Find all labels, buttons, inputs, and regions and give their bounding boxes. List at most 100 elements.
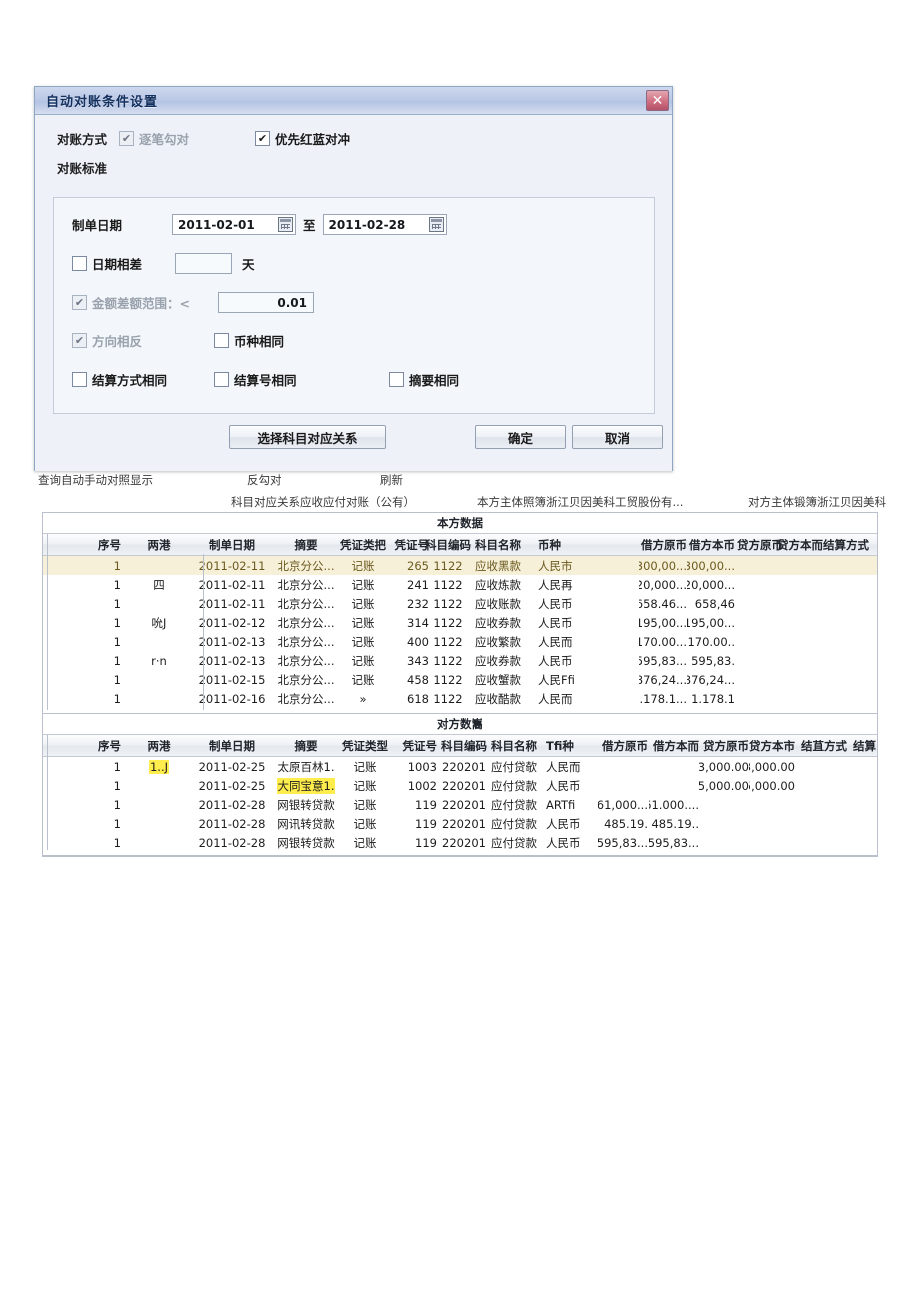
table-row[interactable]: 1 四 2011-02-11 北京分公... 记账 241 1122 应收炼款 人民再 20,00… — [43, 575, 877, 594]
cancel-button[interactable]: 取消 — [572, 425, 663, 449]
column-header[interactable]: 借方原币 — [598, 735, 648, 756]
checkbox-amount-difference-range[interactable]: ✔ 金额差额范围：< — [54, 293, 190, 312]
table-row[interactable]: 1 1..J 2011-02-25 太原百林1. 记账 1003 220201 应付贷欹 人民而… — [43, 757, 877, 776]
table-cell-dr_loc: 300,00... — [687, 558, 735, 573]
date-to-value: 2011-02-28 — [328, 217, 406, 232]
checkbox-currency-same[interactable]: 币种相同 — [214, 331, 284, 350]
column-header[interactable]: 结苴方式 — [801, 735, 847, 756]
column-header[interactable]: 凭证类型 — [341, 735, 389, 756]
table-row[interactable]: 1 2011-02-15 北京分公... 记账 458 1122 应收蟹款 人民Ffi 876,… — [43, 670, 877, 689]
column-header[interactable]: 贷方本市 — [749, 735, 795, 756]
column-header[interactable]: 摘要 — [275, 534, 337, 555]
column-header[interactable]: 摘要 — [275, 735, 337, 756]
reconcile-standard-label: 对账标准 — [57, 161, 108, 176]
column-header[interactable]: 结算 — [853, 735, 893, 756]
table-cell-date: 2011-02-28 — [198, 797, 266, 812]
toolbar-item-query-auto-manual-compare[interactable]: 查询自动手动对照显示 — [38, 472, 153, 488]
table-cell-dr_loc: 195,00... — [687, 615, 735, 630]
own-data-grid-header: 序号 两港 制单日期 摘要 凭证类把 凭证号 科目编码 科目名称 币种 借方原币 借方本币 贷方原币贷… — [43, 534, 877, 556]
table-cell-seq: 1 — [113, 691, 121, 706]
toolbar-item-refresh[interactable]: 刷新 — [380, 472, 403, 488]
select-subject-mapping-button[interactable]: 选择科目对应关系 — [229, 425, 386, 449]
table-row[interactable]: 1 吮J 2011-02-12 北京分公... 记账 314 1122 应收券款 人民币 195,… — [43, 613, 877, 632]
table-cell-cr_loc — [783, 651, 823, 670]
column-header[interactable]: 贷方原币 — [735, 534, 783, 555]
column-header[interactable]: 科目编码 — [439, 735, 489, 756]
table-cell-vtype: 记账 — [351, 596, 375, 611]
column-header[interactable]: Tfi种 — [546, 735, 596, 756]
column-header[interactable]: 贷方原币 — [699, 735, 749, 756]
checkbox-red-blue-offset-priority[interactable]: ✔ 优先红蓝对冲 — [255, 129, 350, 148]
checkbox-icon — [72, 372, 87, 387]
table-cell-vtype: » — [359, 691, 367, 706]
column-header[interactable]: 两港 — [129, 735, 189, 756]
table-cell-code: 1122 — [433, 577, 463, 592]
table-cell-date: 2011-02-25 — [198, 759, 266, 774]
column-header[interactable]: 借方原币 — [639, 534, 687, 555]
checkbox-date-difference[interactable]: 日期相差 — [54, 254, 154, 273]
date-difference-input[interactable] — [175, 253, 232, 274]
column-header[interactable]: 制单日期 — [197, 534, 267, 555]
table-cell-date: 2011-02-15 — [198, 672, 266, 687]
column-header[interactable]: 凭证号 — [393, 735, 438, 756]
date-to-input[interactable]: 2011-02-28 — [322, 214, 447, 235]
column-header[interactable]: 借方本币 — [687, 534, 735, 555]
table-cell-cr_loc — [783, 670, 823, 689]
checkbox-per-entry-match[interactable]: ✔ 逐笔勾对 — [119, 129, 189, 148]
table-row[interactable]: 1 2011-02-11 北京分公... 记账 232 1122 应收账款 人民币 658.46… — [43, 594, 877, 613]
table-row[interactable]: 1 2011-02-13 北京分公... 记账 400 1122 应收繁款 人民而 170.00… — [43, 632, 877, 651]
column-header[interactable]: 结算方式 — [823, 534, 875, 555]
calendar-icon[interactable] — [278, 217, 293, 232]
column-header[interactable]: 科目名称 — [491, 735, 541, 756]
table-cell-seq: 1 — [113, 558, 121, 573]
checkbox-abstract-same[interactable]: 摘要相同 — [389, 370, 459, 389]
table-row[interactable]: 1 2011-02-16 北京分公... » 618 1122 应收酷款 人民而 1.178.1… — [43, 689, 877, 708]
column-header[interactable]: 借方本而 — [649, 735, 699, 756]
checkbox-label: 金额差额范围：< — [92, 296, 190, 311]
table-cell-name: 应付贷款 — [491, 797, 537, 812]
table-cell-settle — [823, 575, 875, 594]
ok-button[interactable]: 确定 — [475, 425, 566, 449]
column-header[interactable]: 凭证号 — [385, 534, 430, 555]
checkbox-label: 结算号相同 — [234, 373, 297, 388]
checkbox-direction-opposite[interactable]: ✔ 方向相反 — [54, 331, 214, 350]
column-header[interactable]: 贷方本而 — [777, 534, 823, 555]
table-cell-code: 220201 — [442, 778, 486, 793]
table-cell-date: 2011-02-11 — [198, 596, 266, 611]
table-row[interactable]: 1 2011-02-28 网银转贷款 记账 119 220201 应付贷款 人民币 595,83… — [43, 833, 877, 852]
counterparty-data-grid-header: 序号 两港 制单日期 摘要 凭证类型 凭证号 科目编码 科目名称 Tfi种 借方原币 借方本而 贷方原… — [43, 735, 877, 757]
column-header[interactable]: 凭证类把 — [340, 534, 386, 555]
checkbox-label: 币种相同 — [234, 334, 285, 349]
table-cell-cr_orig — [735, 594, 783, 613]
column-header[interactable]: 两港 — [129, 534, 189, 555]
table-cell-code: 1122 — [433, 615, 463, 630]
column-header[interactable]: 科目名称 — [475, 534, 533, 555]
table-cell-vtype: 记账 — [353, 759, 377, 774]
table-row[interactable]: 1 2011-02-11 北京分公... 记账 265 1122 应收黑款 人民市 300,00… — [43, 556, 877, 575]
close-icon[interactable]: ✕ — [646, 90, 669, 111]
checkbox-label: 方向相反 — [92, 334, 143, 349]
table-row[interactable]: 1 r·n 2011-02-13 北京分公... 记账 343 1122 应收券款 人民币 595… — [43, 651, 877, 670]
table-cell-vno: 1003 — [407, 759, 437, 774]
column-header[interactable]: 序号 — [55, 534, 121, 555]
amount-difference-input[interactable]: 0.01 — [217, 292, 314, 313]
checkbox-icon — [214, 333, 229, 348]
table-cell-vtype: 记账 — [351, 653, 375, 668]
column-header[interactable]: 币种 — [538, 534, 608, 555]
table-row[interactable]: 1 2011-02-25 大同宝意1. 记账 1002 220201 应付贷款 人民币 5,00… — [43, 776, 877, 795]
table-cell-name: 应收账款 — [475, 596, 521, 611]
table-cell-date: 2011-02-25 — [198, 778, 266, 793]
table-cell-settle — [823, 670, 875, 689]
table-cell-dr_orig: 1.178.1... — [639, 691, 687, 706]
calendar-icon[interactable] — [428, 217, 444, 232]
column-header[interactable]: 科目编码 — [425, 534, 471, 555]
column-header[interactable]: 制单日期 — [197, 735, 267, 756]
date-from-input[interactable]: 2011-02-01 — [172, 214, 296, 235]
table-row[interactable]: 1 2011-02-28 网银转贷款 记账 119 220201 应付贷款 ARTfi 61,0… — [43, 795, 877, 814]
table-row[interactable]: 1 2011-02-28 网讯转贷款 记账 119 220201 应付贷款 人民币 485.19… — [43, 814, 877, 833]
checkbox-settle-method-same[interactable]: 结算方式相同 — [54, 370, 214, 389]
checkbox-settle-no-same[interactable]: 结算号相同 — [214, 370, 389, 389]
table-cell-vtype: 记账 — [351, 634, 375, 649]
toolbar-item-unmatch[interactable]: 反勾对 — [247, 472, 282, 488]
column-header[interactable]: 序号 — [55, 735, 121, 756]
